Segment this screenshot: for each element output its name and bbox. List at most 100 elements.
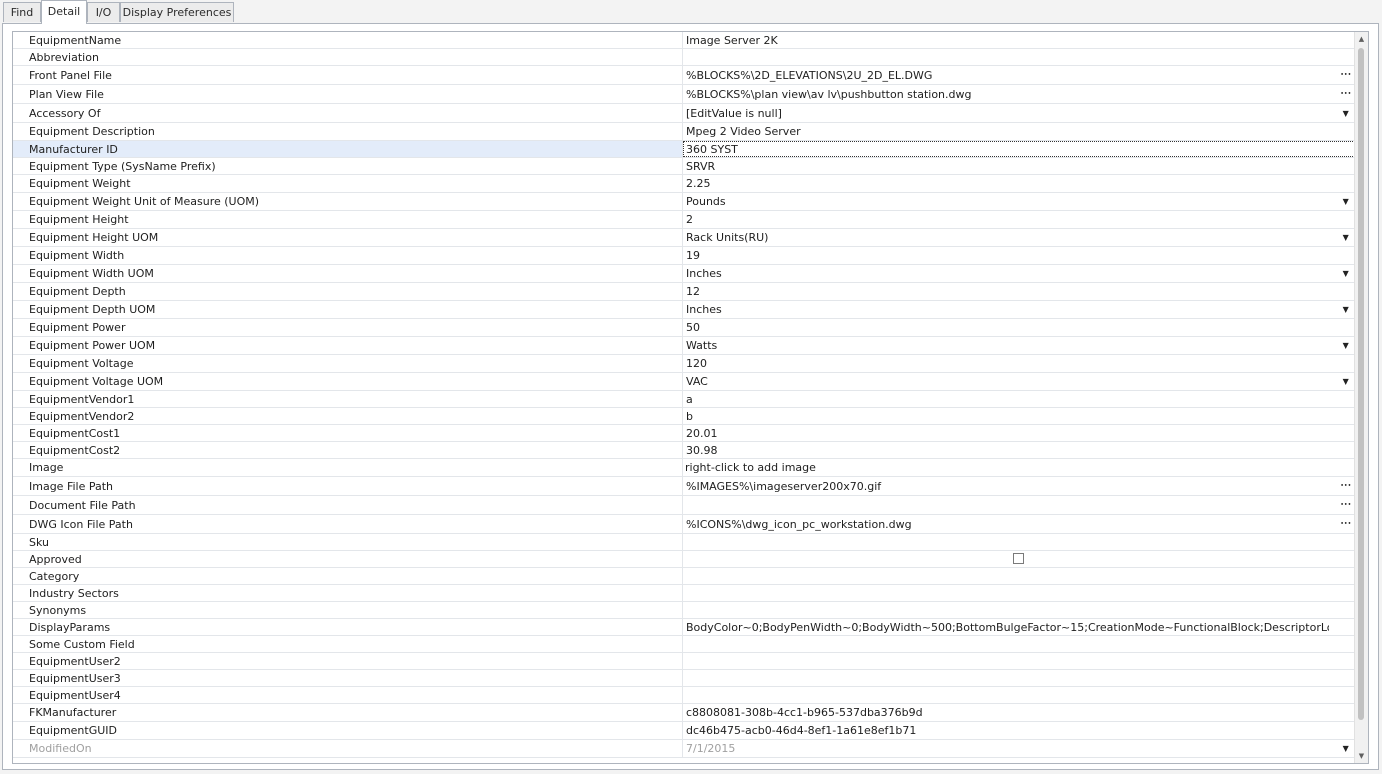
property-row-equipmentuser3[interactable]: EquipmentUser3	[13, 670, 1355, 687]
property-value[interactable]: Inches	[686, 265, 1329, 282]
property-value[interactable]	[686, 653, 1329, 669]
property-value[interactable]: Pounds	[686, 193, 1329, 210]
property-row-fkmanufacturer[interactable]: FKManufacturer c8808081-308b-4cc1-b965-53…	[13, 704, 1355, 722]
chevron-down-icon[interactable]: ▼	[1339, 373, 1353, 390]
property-value-cell[interactable]: Pounds ▼	[683, 193, 1355, 210]
property-value[interactable]: %ICONS%\dwg_icon_pc_workstation.dwg	[686, 515, 1329, 533]
property-row-equipment-depth[interactable]: Equipment Depth 12	[13, 283, 1355, 301]
property-row-equipment-description[interactable]: Equipment Description Mpeg 2 Video Server	[13, 123, 1355, 141]
property-row-plan-view-file[interactable]: Plan View File %BLOCKS%\plan view\av lv\p…	[13, 85, 1355, 104]
property-value[interactable]	[686, 585, 1329, 601]
property-value-cell[interactable]	[683, 653, 1355, 669]
property-row-document-file-path[interactable]: Document File Path •••	[13, 496, 1355, 515]
property-value-cell[interactable]: SRVR	[683, 158, 1355, 174]
approved-checkbox[interactable]	[1013, 553, 1024, 564]
property-value[interactable]: Image Server 2K	[686, 32, 1329, 48]
property-value-cell[interactable]: 50	[683, 319, 1355, 336]
property-value-cell[interactable]	[683, 602, 1355, 618]
property-row-equipmentguid[interactable]: EquipmentGUID dc46b475-acb0-46d4-8ef1-1a6…	[13, 722, 1355, 740]
property-value[interactable]: [EditValue is null]	[686, 104, 1329, 122]
property-row-equipment-weight-unit-of-measure-uom[interactable]: Equipment Weight Unit of Measure (UOM) Po…	[13, 193, 1355, 211]
property-value-cell[interactable]	[683, 636, 1355, 652]
property-value-cell[interactable]: 20.01	[683, 425, 1355, 441]
property-value-cell[interactable]: Mpeg 2 Video Server	[683, 123, 1355, 140]
property-value[interactable]: SRVR	[686, 158, 1329, 174]
property-value-cell[interactable]: Inches ▼	[683, 265, 1355, 282]
property-row-image[interactable]: Image right-click to add image	[13, 459, 1355, 477]
ellipsis-icon[interactable]: •••	[1339, 477, 1353, 495]
property-row-equipment-width[interactable]: Equipment Width 19	[13, 247, 1355, 265]
property-value-cell[interactable]	[683, 568, 1355, 584]
property-value[interactable]: BodyColor~0;BodyPenWidth~0;BodyWidth~500…	[686, 619, 1329, 635]
property-value-cell[interactable]: [EditValue is null] ▼	[683, 104, 1355, 122]
property-value[interactable]: 20.01	[686, 425, 1329, 441]
property-row-equipment-weight[interactable]: Equipment Weight 2.25	[13, 175, 1355, 193]
property-value-cell[interactable]: Inches ▼	[683, 301, 1355, 318]
property-value[interactable]	[686, 534, 1329, 550]
property-value[interactable]: %BLOCKS%\plan view\av lv\pushbutton stat…	[686, 85, 1329, 103]
property-value[interactable]: 12	[686, 283, 1329, 300]
property-value[interactable]: a	[686, 391, 1329, 407]
property-row-sku[interactable]: Sku	[13, 534, 1355, 551]
property-row-equipmentuser2[interactable]: EquipmentUser2	[13, 653, 1355, 670]
chevron-down-icon[interactable]: ▼	[1339, 265, 1353, 282]
scroll-down-arrow-icon[interactable]: ▼	[1355, 749, 1368, 763]
property-row-equipmentvendor1[interactable]: EquipmentVendor1 a	[13, 391, 1355, 408]
property-row-industry-sectors[interactable]: Industry Sectors	[13, 585, 1355, 602]
property-row-equipment-depth-uom[interactable]: Equipment Depth UOM Inches ▼	[13, 301, 1355, 319]
property-value-cell[interactable]	[683, 585, 1355, 601]
property-value-cell[interactable]: %BLOCKS%\2D_ELEVATIONS\2U_2D_EL.DWG •••	[683, 66, 1355, 84]
property-value-cell[interactable]: a	[683, 391, 1355, 407]
ellipsis-icon[interactable]: •••	[1339, 496, 1353, 514]
property-value-cell[interactable]: VAC ▼	[683, 373, 1355, 390]
property-value-cell[interactable]: BodyColor~0;BodyPenWidth~0;BodyWidth~500…	[683, 619, 1355, 635]
property-value[interactable]: 2	[686, 211, 1329, 228]
property-row-equipmentuser4[interactable]: EquipmentUser4	[13, 687, 1355, 704]
property-value[interactable]: 120	[686, 355, 1329, 372]
property-value-cell[interactable]: 12	[683, 283, 1355, 300]
property-row-dwg-icon-file-path[interactable]: DWG Icon File Path %ICONS%\dwg_icon_pc_wo…	[13, 515, 1355, 534]
property-value-cell[interactable]: right-click to add image	[683, 459, 1355, 476]
property-row-abbreviation[interactable]: Abbreviation	[13, 49, 1355, 66]
property-row-approved[interactable]: Approved	[13, 551, 1355, 568]
chevron-down-icon[interactable]: ▼	[1339, 193, 1353, 210]
scroll-up-arrow-icon[interactable]: ▲	[1355, 32, 1368, 46]
property-value[interactable]: 360 SYST	[686, 141, 1329, 157]
property-value-cell[interactable]: b	[683, 408, 1355, 424]
property-row-accessory-of[interactable]: Accessory Of [EditValue is null] ▼	[13, 104, 1355, 123]
property-value[interactable]: 30.98	[686, 442, 1329, 458]
property-row-equipment-power[interactable]: Equipment Power 50	[13, 319, 1355, 337]
property-value-cell[interactable]: 19	[683, 247, 1355, 264]
property-row-synonyms[interactable]: Synonyms	[13, 602, 1355, 619]
property-value[interactable]: 50	[686, 319, 1329, 336]
property-row-equipment-voltage-uom[interactable]: Equipment Voltage UOM VAC ▼	[13, 373, 1355, 391]
property-row-front-panel-file[interactable]: Front Panel File %BLOCKS%\2D_ELEVATIONS\2…	[13, 66, 1355, 85]
property-row-category[interactable]: Category	[13, 568, 1355, 585]
property-value[interactable]: 2.25	[686, 175, 1329, 192]
tab-display-preferences[interactable]: Display Preferences	[120, 2, 234, 22]
property-value[interactable]: c8808081-308b-4cc1-b965-537dba376b9d	[686, 704, 1329, 721]
property-row-equipment-voltage[interactable]: Equipment Voltage 120	[13, 355, 1355, 373]
property-value-cell[interactable]: 360 SYST	[683, 141, 1355, 157]
property-value-cell[interactable]: 30.98	[683, 442, 1355, 458]
scrollbar-thumb[interactable]	[1358, 48, 1364, 720]
ellipsis-icon[interactable]: •••	[1339, 66, 1353, 84]
property-row-equipment-width-uom[interactable]: Equipment Width UOM Inches ▼	[13, 265, 1355, 283]
property-row-equipmentname[interactable]: EquipmentName Image Server 2K	[13, 32, 1355, 49]
tab-find[interactable]: Find	[3, 2, 41, 22]
property-value[interactable]	[686, 602, 1329, 618]
property-value-cell[interactable]: 2	[683, 211, 1355, 228]
property-value[interactable]	[686, 687, 1329, 703]
property-value[interactable]: Rack Units(RU)	[686, 229, 1329, 246]
tab-detail[interactable]: Detail	[41, 0, 87, 24]
property-row-manufacturer-id[interactable]: Manufacturer ID 360 SYST	[13, 141, 1355, 158]
ellipsis-icon[interactable]: •••	[1339, 515, 1353, 533]
property-value[interactable]	[686, 568, 1329, 584]
property-row-image-file-path[interactable]: Image File Path %IMAGES%\imageserver200x7…	[13, 477, 1355, 496]
property-value-cell[interactable]	[683, 687, 1355, 703]
property-value-cell[interactable]	[683, 670, 1355, 686]
property-value-cell[interactable]: c8808081-308b-4cc1-b965-537dba376b9d	[683, 704, 1355, 721]
property-value[interactable]	[686, 670, 1329, 686]
property-row-some-custom-field[interactable]: Some Custom Field	[13, 636, 1355, 653]
tab-io[interactable]: I/O	[87, 2, 120, 22]
